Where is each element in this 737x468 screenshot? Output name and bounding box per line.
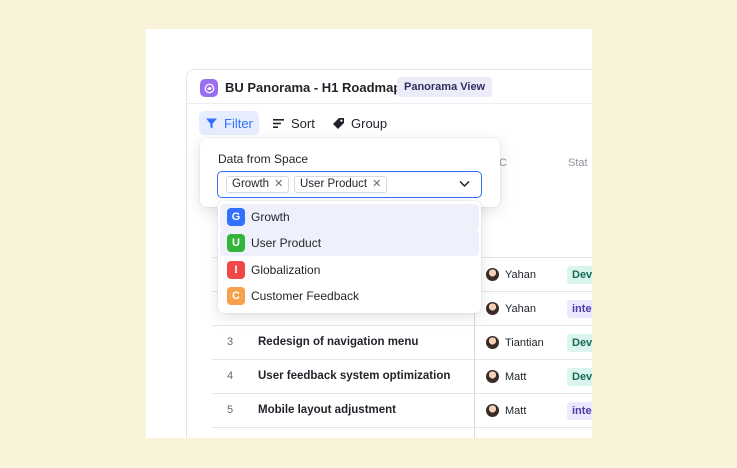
space-options-dropdown: G Growth U User Product I Globalization …: [218, 201, 481, 313]
owner-name: Yahan: [505, 302, 536, 315]
selected-chip-user-product: User Product ✕: [294, 176, 388, 193]
row-name: Mobile layout adjustment: [258, 404, 397, 416]
column-divider: [474, 394, 475, 428]
row-owner[interactable]: Matt: [486, 370, 526, 383]
row-owner[interactable]: Yahan: [486, 268, 536, 281]
avatar: [486, 370, 499, 383]
row-name: Redesign of navigation menu: [258, 336, 419, 348]
space-letter-icon: G: [227, 208, 245, 226]
owner-name: Tiantian: [505, 336, 544, 349]
table-row[interactable]: [212, 427, 592, 438]
owner-name: Matt: [505, 370, 527, 383]
status-badge: Dev: [567, 334, 592, 352]
row-number: 5: [227, 404, 234, 416]
selected-chip-growth: Growth ✕: [226, 176, 290, 193]
status-badge: inte: [567, 402, 592, 420]
close-icon[interactable]: ✕: [372, 177, 381, 192]
screenshot-canvas: BU Panorama - H1 Roadmap Panorama View F…: [146, 29, 592, 438]
option-label: Globalization: [251, 263, 321, 277]
option-label: Growth: [251, 210, 290, 224]
row-name: User feedback system optimization: [258, 370, 451, 382]
space-letter-icon: C: [227, 287, 245, 305]
space-select[interactable]: Growth ✕ User Product ✕: [217, 171, 482, 198]
option-user-product[interactable]: U User Product: [220, 230, 479, 256]
avatar: [486, 404, 499, 417]
option-label: User Product: [251, 236, 322, 250]
space-letter-icon: U: [227, 234, 245, 252]
close-icon[interactable]: ✕: [274, 177, 283, 192]
space-letter-icon: I: [227, 261, 245, 279]
option-label: Customer Feedback: [251, 289, 360, 303]
table-row[interactable]: 3 Redesign of navigation menu Tiantian D…: [212, 325, 592, 360]
avatar: [486, 268, 499, 281]
status-badge: Dev: [567, 368, 592, 386]
row-number: 3: [227, 336, 234, 348]
avatar: [486, 302, 499, 315]
option-globalization[interactable]: I Globalization: [220, 257, 479, 283]
avatar: [486, 336, 499, 349]
owner-name: Matt: [505, 404, 527, 417]
filter-popover: Data from Space Growth ✕ User Product ✕: [200, 138, 500, 207]
owner-name: Yahan: [505, 268, 536, 281]
table-row[interactable]: 5 Mobile layout adjustment Matt inte: [212, 393, 592, 428]
option-growth[interactable]: G Growth: [220, 204, 479, 230]
row-owner[interactable]: Yahan: [486, 302, 536, 315]
filter-field-label: Data from Space: [218, 152, 309, 166]
column-divider: [474, 360, 475, 394]
option-customer-feedback[interactable]: C Customer Feedback: [220, 283, 479, 309]
chevron-down-icon[interactable]: [459, 180, 470, 188]
status-badge: Dev: [567, 266, 592, 284]
column-divider: [474, 326, 475, 360]
table-row[interactable]: 4 User feedback system optimization Matt…: [212, 359, 592, 394]
chip-label: User Product: [300, 178, 368, 190]
status-badge: inte: [567, 300, 592, 318]
row-owner[interactable]: Matt: [486, 404, 526, 417]
row-owner[interactable]: Tiantian: [486, 336, 544, 349]
column-divider: [474, 428, 475, 438]
row-number: 4: [227, 370, 234, 382]
chip-label: Growth: [232, 178, 270, 190]
